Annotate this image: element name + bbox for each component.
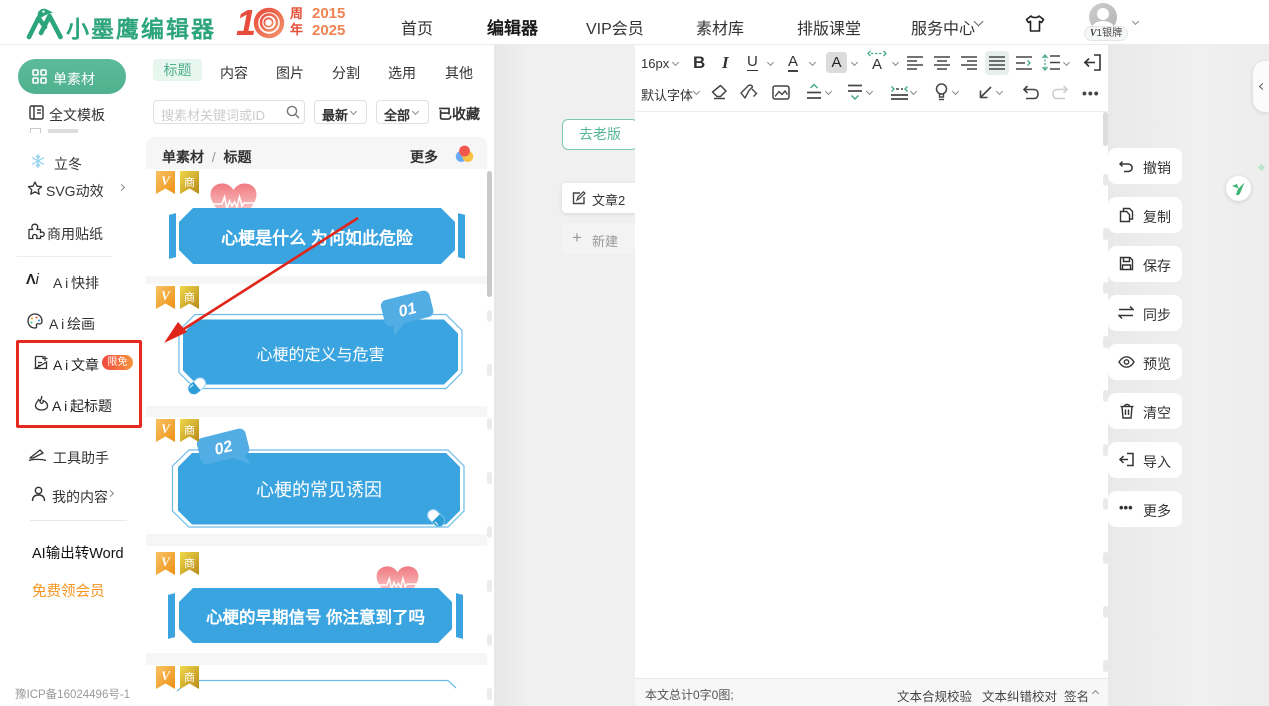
- svg-text:商: 商: [184, 670, 195, 684]
- svg-text:V: V: [161, 421, 171, 436]
- svg-text:商: 商: [184, 556, 195, 570]
- svg-text:商: 商: [184, 175, 195, 189]
- svg-text:V: V: [161, 554, 171, 569]
- svg-text:商: 商: [184, 423, 195, 437]
- svg-text:V: V: [161, 668, 171, 683]
- svg-text:V: V: [161, 173, 171, 188]
- svg-text:A: A: [872, 56, 882, 72]
